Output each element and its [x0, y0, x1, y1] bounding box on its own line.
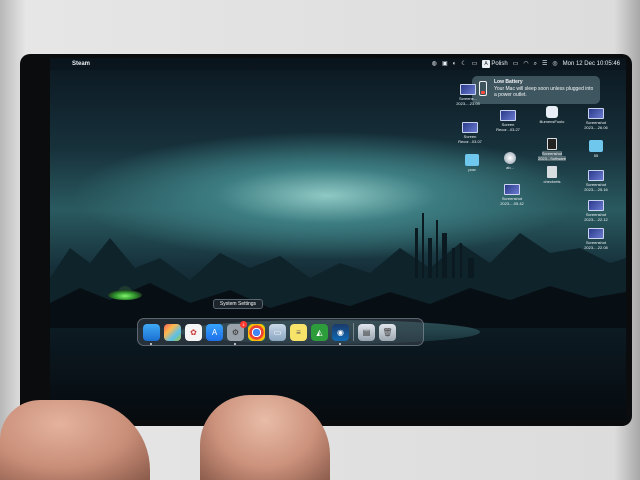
photo-frame: Steam ◍ ▣ ◐ ☾ ▭ A Polish ▭ ◠ ⌕ ☰ ◎ Mon 1…	[0, 0, 640, 480]
preview-icon[interactable]: ▭	[269, 323, 286, 341]
desktop-icon[interactable]: ab...	[492, 152, 528, 170]
input-source-flag: A	[482, 60, 490, 68]
menu-bar-clock[interactable]: Mon 12 Dec 10:05:46	[563, 60, 620, 68]
desktop-icon[interactable]: Screenshot 2023-...25.16	[578, 170, 614, 192]
app-icon	[546, 106, 558, 118]
document-icon	[547, 166, 557, 178]
desktop-icon-label: ab...	[506, 165, 514, 170]
desktop-icon[interactable]: Screens... 2023-...23.03	[450, 84, 486, 106]
desktop-icon[interactable]: Screenshot 2023-...22.08	[578, 228, 614, 250]
system-settings-icon[interactable]: ⚙ 1	[227, 320, 247, 345]
notes-icon[interactable]: ≡	[290, 323, 307, 341]
desktop-icon[interactable]: pow	[454, 154, 490, 172]
desktop-icon-label: checkrets	[543, 179, 561, 184]
menu-bar-status-area: ◍ ▣ ◐ ☾ ▭ A Polish ▭ ◠ ⌕ ☰ ◎ Mon 12 Dec …	[432, 60, 620, 68]
image-file-icon	[547, 138, 557, 150]
running-indicator	[339, 342, 341, 345]
desktop-icon[interactable]: Screen Recor...03.07	[452, 122, 488, 144]
moon-icon[interactable]: ☾	[461, 60, 466, 68]
notification-body: Your Mac will sleep soon unless plugged …	[494, 86, 594, 98]
desktop-icon[interactable]: Screenshot 2023-...05.42	[494, 184, 530, 206]
input-source-icon[interactable]: A Polish	[482, 60, 508, 68]
trash-icon[interactable]: 🗑	[379, 323, 396, 341]
notification-title: Low Battery	[494, 79, 523, 85]
desktop-icon[interactable]: illumensFoolo	[534, 106, 570, 124]
running-indicator	[234, 342, 236, 345]
desktop-icon[interactable]: Screenshot 2023-...22.12	[578, 200, 614, 222]
photos-icon[interactable]: ✿	[185, 323, 202, 341]
dock-separator	[353, 323, 354, 341]
desktop-icon-label: 55	[593, 153, 599, 158]
desktop-icon-label: Screenshot 2023...Software	[537, 151, 567, 161]
android-file-transfer-icon[interactable]: ◭	[311, 323, 328, 341]
desktop-icon-label: pow	[468, 167, 476, 172]
active-app-name[interactable]: Steam	[72, 61, 90, 67]
desktop-icon[interactable]: Screenshot 2023...Software	[534, 138, 570, 161]
screen-recording-icon	[462, 122, 478, 133]
disk-icon	[504, 152, 516, 164]
battery-menu-icon[interactable]: ▭	[472, 60, 478, 68]
desktop-screen: Steam ◍ ▣ ◐ ☾ ▭ A Polish ▭ ◠ ⌕ ☰ ◎ Mon 1…	[50, 58, 626, 420]
running-indicator	[150, 342, 152, 345]
dock-tooltip: System Settings	[213, 299, 263, 309]
desktop-icon-label: Screenshot 2023-...22.08	[584, 240, 608, 250]
desktop-icon-label: Screenshot 2023-...22.12	[584, 212, 608, 222]
low-battery-notification[interactable]: Low Battery Your Mac will sleep soon unl…	[472, 76, 600, 104]
screenshot-icon	[588, 108, 604, 119]
desktop-icon[interactable]: Screenshot 2023-...26.06	[578, 108, 614, 130]
screenshot-icon	[460, 84, 476, 95]
notification-badge: 1	[240, 320, 247, 328]
desktop-icon-label: Screenshot 2023-...26.06	[584, 120, 608, 130]
screen-share-icon[interactable]: ▣	[442, 60, 448, 68]
battery-icon[interactable]: ▭	[513, 60, 519, 68]
dock: ✿ A ⚙ 1 ▭ ≡ ◭ ◉ ▤ 🗑	[137, 318, 424, 346]
creative-cloud-icon[interactable]: ◍	[432, 60, 437, 68]
menu-bar: Steam ◍ ▣ ◐ ☾ ▭ A Polish ▭ ◠ ⌕ ☰ ◎ Mon 1…	[50, 58, 626, 70]
screen-recording-icon	[500, 110, 516, 121]
desktop-icon-label: Screen Recor...03.27	[496, 122, 520, 132]
screenshot-icon	[504, 184, 520, 195]
wifi-icon[interactable]: ◠	[523, 60, 528, 68]
app-store-icon[interactable]: A	[206, 323, 223, 341]
desktop-icon-label: Screen Recor...03.07	[458, 134, 482, 144]
folder-icon	[465, 154, 479, 166]
desktop-icon-label: Screens... 2023-...23.03	[456, 96, 480, 106]
folder-icon	[589, 140, 603, 152]
input-source-label: Polish	[491, 61, 508, 67]
screenshot-icon	[588, 228, 604, 239]
desktop-icon-label: Screenshot 2023-...05.42	[500, 196, 524, 206]
finder-icon[interactable]	[143, 323, 160, 345]
screenshot-icon	[588, 200, 604, 211]
desktop-icon-label: illumensFoolo	[539, 119, 565, 124]
siri-icon[interactable]: ◎	[552, 60, 557, 68]
desktop-icon-label: Screenshot 2023-...25.16	[584, 182, 608, 192]
desktop-icon[interactable]: checkrets	[534, 166, 570, 184]
airplay-icon[interactable]: ◐	[453, 60, 457, 68]
desktop-icon[interactable]: 55	[578, 140, 614, 158]
wallpaper-ufo	[108, 290, 142, 300]
desktop-icon[interactable]: Screen Recor...03.27	[490, 110, 526, 132]
launchpad-icon[interactable]	[164, 323, 181, 341]
downloads-stack-icon[interactable]: ▤	[358, 323, 375, 341]
control-center-icon[interactable]: ☰	[542, 60, 547, 68]
wallpaper-mountains	[50, 213, 626, 328]
screenshot-icon	[588, 170, 604, 181]
steam-icon[interactable]: ◉	[332, 323, 349, 345]
spotlight-search-icon[interactable]: ⌕	[534, 60, 537, 68]
chrome-icon[interactable]	[248, 323, 265, 341]
